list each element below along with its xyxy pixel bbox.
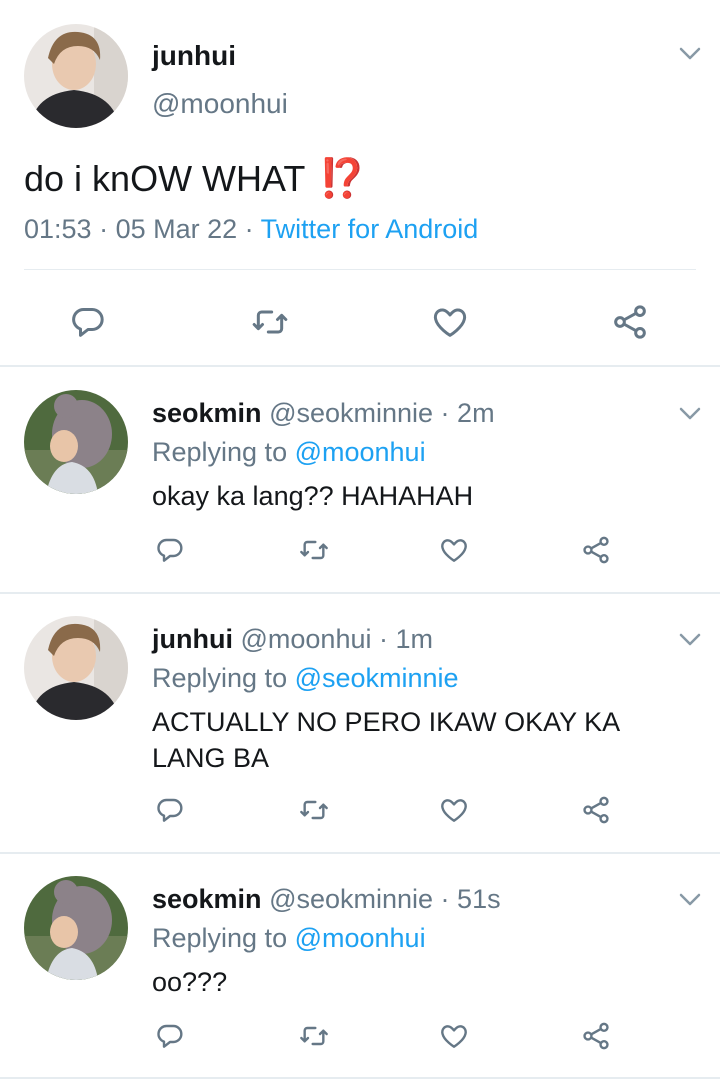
reply-text: oo??? [152,967,228,997]
chevron-down-icon[interactable] [678,406,702,422]
author-name[interactable]: junhui [152,40,236,72]
share-icon [583,796,609,824]
replying-to: Replying to @moonhui [152,923,426,954]
share-icon [614,305,646,339]
author-name[interactable]: junhui [152,624,233,654]
exclamation-question-emoji: ⁉️ [318,158,367,200]
like-icon [441,539,467,562]
retweet-icon [300,540,328,560]
share-button[interactable] [578,530,614,570]
author-name[interactable]: seokmin [152,398,262,428]
author-handle[interactable]: @seokminnie [269,884,433,914]
retweet-icon [300,800,328,820]
tweet-separator [0,365,720,367]
reply-actions [0,1016,720,1056]
share-icon [583,1022,609,1050]
reply-header: seokmin @seokminnie · 2m [152,398,495,429]
replying-to: Replying to @seokminnie [152,663,459,694]
reply-icon [157,798,183,822]
reply-tweet[interactable]: seokmin @seokminnie · 51s Replying to @m… [0,854,720,1079]
like-button[interactable] [428,300,472,344]
reply-actions [0,790,720,830]
tweet-age: 51s [457,884,501,914]
tweet-client-link[interactable]: Twitter for Android [261,214,479,244]
tweet-age: 1m [395,624,433,654]
chevron-down-icon[interactable] [678,46,702,62]
dot-separator: · [433,398,458,428]
dot-separator: · [371,624,396,654]
tweet-time: 01:53 [24,214,92,244]
retweet-button[interactable] [296,1016,332,1056]
avatar[interactable] [24,390,128,494]
share-button[interactable] [578,1016,614,1056]
avatar[interactable] [24,616,128,720]
reply-tweet[interactable]: seokmin @seokminnie · 2m Replying to @mo… [0,368,720,592]
avatar[interactable] [24,876,128,980]
like-icon [433,308,467,337]
reply-icon [72,307,104,337]
like-button[interactable] [436,1016,472,1056]
replying-to-label: Replying to [152,437,295,467]
tweet-actions [0,296,720,344]
replying-to-mention[interactable]: @moonhui [295,923,426,953]
reply-header: junhui @moonhui · 1m [152,624,433,655]
avatar[interactable] [24,24,128,128]
author-handle[interactable]: @seokminnie [269,398,433,428]
author-handle[interactable]: @moonhui [241,624,372,654]
reply-icon [157,1024,183,1048]
like-button[interactable] [436,790,472,830]
tweet-age: 2m [457,398,495,428]
like-icon [441,799,467,822]
divider [24,269,696,270]
reply-text: okay ka lang?? HAHAHAH [152,481,474,511]
retweet-button[interactable] [296,530,332,570]
chevron-down-icon[interactable] [678,892,702,908]
retweet-icon [300,1026,328,1046]
reply-actions [0,530,720,570]
reply-button[interactable] [66,300,110,344]
meta-separator: · [237,214,261,244]
meta-separator: · [91,214,116,244]
share-button[interactable] [608,300,652,344]
reply-header: seokmin @seokminnie · 51s [152,884,501,915]
reply-text: ACTUALLY NO PERO IKAW OKAY KA LANG BA [152,707,619,773]
tweet-text-body: do i knOW WHAT [24,158,305,199]
replying-to-label: Replying to [152,663,295,693]
tweet-text: do i knOW WHAT ⁉️ [24,157,366,201]
share-button[interactable] [578,790,614,830]
author-handle[interactable]: @moonhui [152,88,288,120]
reply-button[interactable] [152,790,188,830]
main-tweet: junhui @moonhui do i knOW WHAT ⁉️ 01:53 … [0,0,720,366]
replying-to-label: Replying to [152,923,295,953]
reply-tweet[interactable]: junhui @moonhui · 1m Replying to @seokmi… [0,594,720,852]
dot-separator: · [433,884,458,914]
tweet-date: 05 Mar 22 [115,214,238,244]
tweet-meta: 01:53 · 05 Mar 22 · Twitter for Android [24,214,478,245]
reply-icon [157,538,183,562]
author-name[interactable]: seokmin [152,884,262,914]
like-button[interactable] [436,530,472,570]
retweet-button[interactable] [248,300,292,344]
replying-to-mention[interactable]: @seokminnie [295,663,459,693]
reply-button[interactable] [152,1016,188,1056]
replying-to-mention[interactable]: @moonhui [295,437,426,467]
share-icon [583,536,609,564]
retweet-button[interactable] [296,790,332,830]
reply-button[interactable] [152,530,188,570]
like-icon [441,1025,467,1048]
replying-to: Replying to @moonhui [152,437,426,468]
retweet-icon [252,310,288,334]
chevron-down-icon[interactable] [678,632,702,648]
